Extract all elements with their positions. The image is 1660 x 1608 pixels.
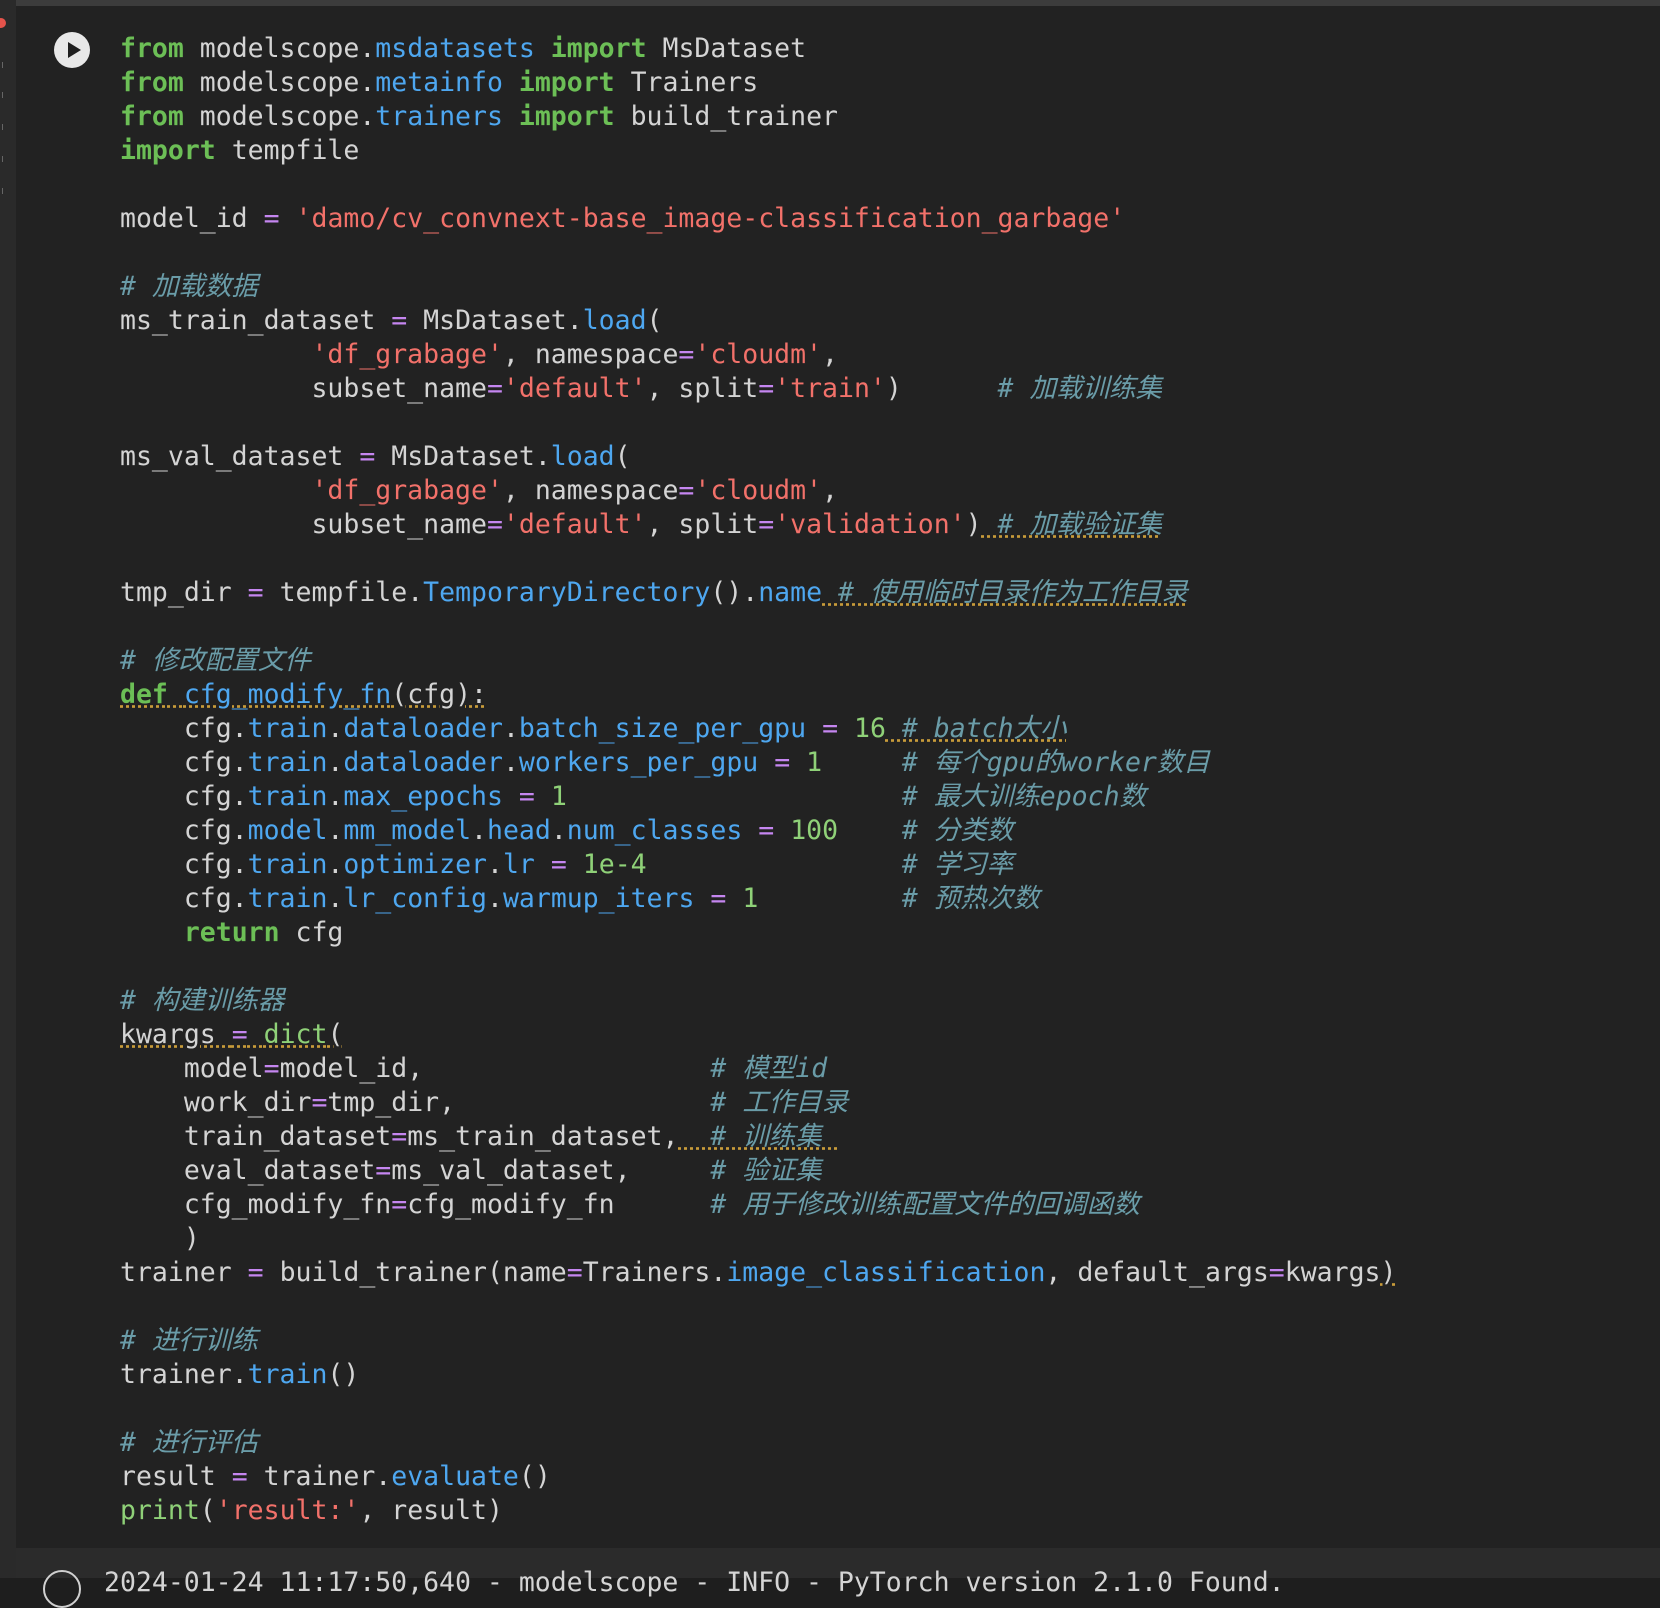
gutter-mark bbox=[2, 156, 11, 162]
code-line: return cfg bbox=[183, 917, 344, 948]
output-status-icon bbox=[43, 1570, 81, 1608]
code-line: # 进行评估 bbox=[120, 1427, 258, 1458]
code-line: ms_train_dataset = MsDataset.load( bbox=[120, 305, 663, 336]
code-line: eval_dataset=ms_val_dataset, # 验证集 bbox=[120, 1155, 822, 1186]
output-line: 2024-01-24 11:17:50,640 - modelscope - I… bbox=[104, 1567, 1285, 1598]
code-line: cfg.model.mm_model.head.num_classes = 10… bbox=[120, 815, 1014, 846]
code-line: subset_name='default', split='train') # … bbox=[120, 373, 1162, 404]
code-line: trainer = build_trainer(name=Trainers.im… bbox=[120, 1257, 1397, 1288]
status-dot bbox=[0, 18, 6, 28]
code-line: ) bbox=[120, 1223, 200, 1254]
code-line: work_dir=tmp_dir, # 工作目录 bbox=[120, 1087, 849, 1118]
code-line: cfg.train.optimizer.lr = 1e-4 # 学习率 bbox=[120, 849, 1014, 880]
gutter-mark bbox=[2, 62, 11, 68]
code-line: from modelscope.metainfo import Trainers bbox=[120, 67, 759, 98]
code-line: import tempfile bbox=[120, 135, 360, 166]
code-line: kwargs = dict( bbox=[120, 1019, 344, 1050]
code-line: cfg.train.dataloader.workers_per_gpu = 1… bbox=[120, 747, 1210, 778]
code-line: tmp_dir = tempfile.TemporaryDirectory().… bbox=[120, 577, 1188, 608]
code-line: result = trainer.evaluate() bbox=[120, 1461, 551, 1492]
code-line: train_dataset=ms_train_dataset, # 训练集 bbox=[120, 1121, 838, 1152]
code-line: cfg.train.max_epochs = 1 # 最大训练epoch数 bbox=[120, 781, 1147, 812]
code-line: cfg.train.lr_config.warmup_iters = 1 # 预… bbox=[120, 883, 1040, 914]
code-line: cfg.train.dataloader.batch_size_per_gpu … bbox=[120, 713, 1067, 744]
code-line: # 进行训练 bbox=[120, 1325, 258, 1356]
code-line: from modelscope.msdatasets import MsData… bbox=[120, 33, 807, 64]
code-line: from modelscope.trainers import build_tr… bbox=[120, 101, 838, 132]
gutter-mark bbox=[2, 92, 11, 98]
code-line: 'df_grabage', namespace='cloudm', bbox=[311, 339, 838, 370]
run-cell-button[interactable] bbox=[54, 32, 90, 68]
code-line: # 加载数据 bbox=[120, 271, 258, 302]
code-line: # 修改配置文件 bbox=[120, 645, 311, 676]
code-line: # 构建训练器 bbox=[120, 985, 285, 1016]
left-gutter bbox=[0, 0, 16, 1578]
code-line: cfg_modify_fn=cfg_modify_fn # 用于修改训练配置文件… bbox=[120, 1189, 1140, 1220]
code-line: trainer.train() bbox=[120, 1359, 360, 1390]
code-line: print('result:', result) bbox=[120, 1495, 503, 1526]
gutter-mark bbox=[2, 124, 11, 130]
play-icon bbox=[67, 42, 81, 58]
output-area: 2024-01-24 11:17:50,640 - modelscope - I… bbox=[16, 1548, 1660, 1608]
code-line: 'df_grabage', namespace='cloudm', bbox=[311, 475, 838, 506]
code-cell[interactable]: from modelscope.msdatasets import MsData… bbox=[16, 6, 1660, 1548]
code-line: model=model_id, # 模型id bbox=[120, 1053, 828, 1084]
code-line: model_id = 'damo/cv_convnext-base_image-… bbox=[120, 203, 1126, 234]
code-line: def cfg_modify_fn(cfg): bbox=[120, 679, 487, 710]
code-line: ms_val_dataset = MsDataset.load( bbox=[120, 441, 631, 472]
code-line: subset_name='default', split='validation… bbox=[120, 509, 1162, 540]
gutter-mark bbox=[2, 188, 11, 194]
